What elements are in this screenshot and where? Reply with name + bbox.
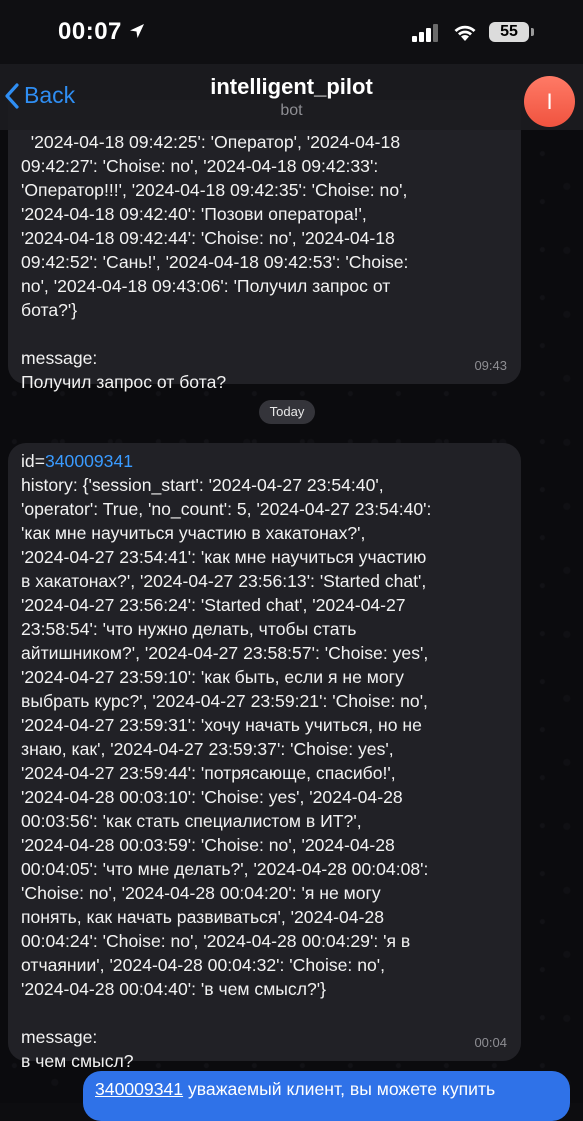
status-bar: 00:07 55 [0,0,583,64]
id-prefix: id= [21,451,45,471]
chat-header: Back intelligent_pilot bot I [0,64,583,130]
user-id-link[interactable]: 340009341 [95,1079,183,1099]
date-separator: Today [259,400,315,424]
battery-tip [531,28,534,36]
message-time: 00:04 [474,1035,507,1050]
message-text: '2024-04-18 09:42:25': 'Оператор', '2024… [21,132,409,392]
outgoing-message-bubble[interactable]: 340009341 уважаемый клиент, вы можете ку… [83,1071,570,1121]
chat-subtitle: bot [280,102,303,119]
battery-indicator: 55 [489,22,529,42]
avatar[interactable]: I [524,76,575,127]
message-text: history: {'session_start': '2024-04-27 2… [21,475,432,1071]
status-time: 00:07 [58,18,122,45]
location-arrow-icon [128,22,146,45]
cellular-signal-icon [412,24,440,47]
message-time: 09:43 [474,358,507,373]
user-id-link[interactable]: 340009341 [45,451,133,471]
wifi-icon [453,22,477,47]
message-bubble[interactable]: '2024-04-18 09:42:25': 'Оператор', '2024… [8,100,521,392]
message-bubble[interactable]: id=340009341 history: {'session_start': … [8,443,521,1071]
message-text: уважаемый клиент, вы можете купить [183,1079,496,1099]
chat-title[interactable]: intelligent_pilot [0,74,583,100]
